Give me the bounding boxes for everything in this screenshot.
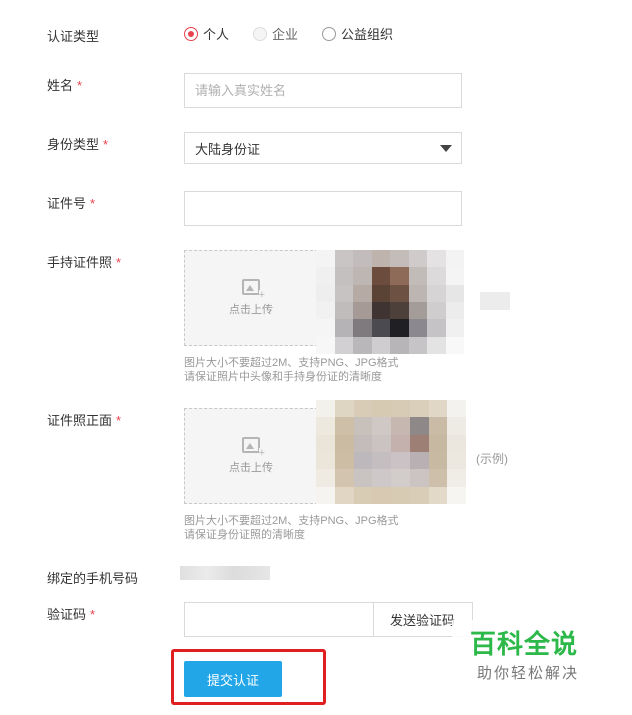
front-photo-hint: 图片大小不要超过2M、支持PNG、JPG格式 请保证身份证照的清晰度: [184, 514, 399, 542]
radio-dot-icon: [184, 26, 198, 41]
handheld-photo-label-text: 手持证件照: [47, 255, 113, 270]
required-mark: *: [116, 255, 122, 270]
required-mark: *: [116, 413, 122, 428]
hint-line: 请保证身份证照的清晰度: [184, 529, 305, 541]
required-mark: *: [103, 137, 109, 152]
front-photo-label-text: 证件照正面: [47, 413, 113, 428]
image-upload-icon: [242, 279, 265, 300]
name-label: 姓名 *: [47, 75, 82, 94]
id-type-label-text: 身份类型: [47, 137, 100, 152]
handheld-photo-upload[interactable]: 点击上传: [184, 250, 318, 346]
cert-type-radio-group: 个人 企业 公益组织: [184, 24, 417, 43]
upload-text: 点击上传: [229, 304, 273, 316]
hint-line: 图片大小不要超过2M、支持PNG、JPG格式: [184, 357, 399, 369]
verify-code-label-text: 验证码: [47, 607, 87, 622]
id-number-label-text: 证件号: [47, 196, 87, 211]
radio-nonprofit-label: 公益组织: [341, 27, 394, 42]
cert-type-label: 认证类型: [47, 29, 100, 44]
watermark-title: 百科全说: [470, 629, 579, 659]
watermark-subtitle: 助你轻松解决: [477, 665, 580, 682]
phone-number-blurred: [180, 566, 270, 580]
radio-enterprise[interactable]: 企业: [253, 24, 298, 43]
phone-label: 绑定的手机号码: [47, 571, 139, 586]
required-mark: *: [90, 196, 96, 211]
radio-dot-icon: [322, 26, 337, 41]
verify-code-input[interactable]: [184, 602, 374, 637]
radio-dot-icon: [253, 26, 268, 41]
submit-button[interactable]: 提交认证: [184, 661, 282, 697]
id-type-select[interactable]: 大陆身份证: [184, 132, 462, 164]
id-type-selected-value: 大陆身份证: [195, 141, 261, 157]
handheld-photo-example-image: [316, 250, 464, 354]
handheld-photo-hint: 图片大小不要超过2M、支持PNG、JPG格式 请保证照片中头像和手持身份证的清晰…: [184, 356, 399, 384]
name-label-text: 姓名: [47, 78, 74, 93]
id-number-label: 证件号 *: [47, 193, 95, 212]
example-label: (示例): [476, 452, 508, 466]
radio-nonprofit[interactable]: 公益组织: [322, 24, 393, 43]
id-type-label: 身份类型 *: [47, 134, 108, 153]
required-mark: *: [77, 78, 83, 93]
image-upload-icon: [242, 437, 265, 458]
id-number-input[interactable]: [184, 191, 462, 226]
chevron-down-icon: [440, 145, 452, 152]
handheld-photo-label: 手持证件照 *: [47, 252, 121, 271]
hint-line: 图片大小不要超过2M、支持PNG、JPG格式: [184, 515, 399, 527]
front-photo-example-image: [316, 400, 466, 504]
radio-enterprise-label: 企业: [272, 27, 299, 42]
radio-personal-label: 个人: [203, 27, 230, 42]
blurred-placeholder: [480, 292, 510, 310]
hint-line: 请保证照片中头像和手持身份证的清晰度: [184, 371, 382, 383]
radio-personal[interactable]: 个人: [184, 24, 229, 43]
front-photo-label: 证件照正面 *: [47, 410, 121, 429]
verify-code-label: 验证码 *: [47, 604, 95, 623]
required-mark: *: [90, 607, 96, 622]
upload-text: 点击上传: [229, 462, 273, 474]
name-input[interactable]: [184, 73, 462, 108]
front-photo-upload[interactable]: 点击上传: [184, 408, 318, 504]
